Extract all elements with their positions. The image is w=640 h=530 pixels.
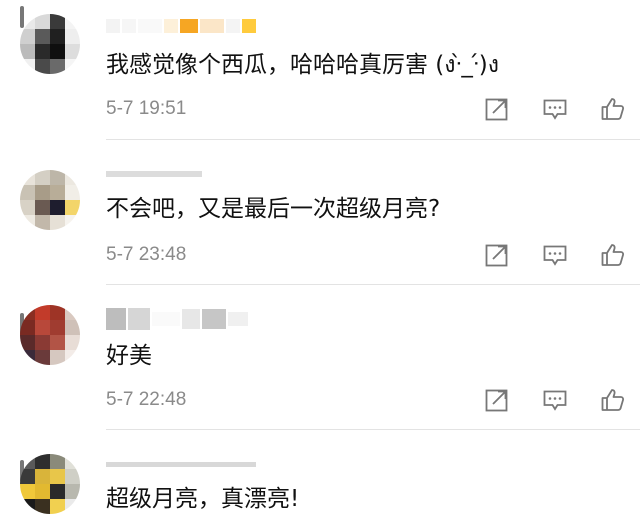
like-icon[interactable] bbox=[600, 387, 626, 413]
comment-text: 超级月亮，真漂亮! bbox=[106, 486, 300, 512]
share-icon[interactable] bbox=[484, 242, 510, 268]
comment-item: 超级月亮，真漂亮! bbox=[0, 430, 640, 530]
comment-icon[interactable] bbox=[542, 242, 568, 268]
avatar[interactable] bbox=[20, 14, 80, 74]
comment-text: 不会吧，又是最后一次超级月亮? bbox=[106, 196, 441, 222]
comment-time: 5-7 22:48 bbox=[106, 389, 187, 410]
comment-time: 5-7 19:51 bbox=[106, 98, 187, 119]
share-icon[interactable] bbox=[484, 387, 510, 413]
comment-text: 好美 bbox=[106, 343, 152, 369]
comment-meta: 5-7 19:51 bbox=[106, 94, 626, 124]
avatar[interactable] bbox=[20, 170, 80, 230]
comment-actions bbox=[484, 94, 626, 124]
username-blurred[interactable] bbox=[106, 452, 256, 476]
username-blurred[interactable] bbox=[106, 162, 202, 186]
avatar[interactable] bbox=[20, 305, 80, 365]
share-icon[interactable] bbox=[484, 96, 510, 122]
avatar[interactable] bbox=[20, 454, 80, 514]
avatar-edge bbox=[20, 6, 24, 28]
username-blurred[interactable] bbox=[106, 307, 248, 331]
comment-actions bbox=[484, 385, 626, 415]
like-icon[interactable] bbox=[600, 242, 626, 268]
username-blurred[interactable] bbox=[106, 14, 256, 38]
comment-text: 我感觉像个西瓜，哈哈哈真厉害 (งᐧ̀_ᐧ́)ง bbox=[106, 52, 499, 78]
comment-meta: 5-7 23:48 bbox=[106, 240, 626, 270]
comment-icon[interactable] bbox=[542, 96, 568, 122]
comment-item: 我感觉像个西瓜，哈哈哈真厉害 (งᐧ̀_ᐧ́)ง 5-7 19:51 bbox=[0, 0, 640, 140]
comment-time: 5-7 23:48 bbox=[106, 244, 187, 265]
comment-item: 好美 5-7 22:48 bbox=[0, 285, 640, 430]
comment-item: 不会吧，又是最后一次超级月亮? 5-7 23:48 bbox=[0, 140, 640, 285]
like-icon[interactable] bbox=[600, 96, 626, 122]
comment-meta: 5-7 22:48 bbox=[106, 385, 626, 415]
comment-icon[interactable] bbox=[542, 387, 568, 413]
comment-actions bbox=[484, 240, 626, 270]
